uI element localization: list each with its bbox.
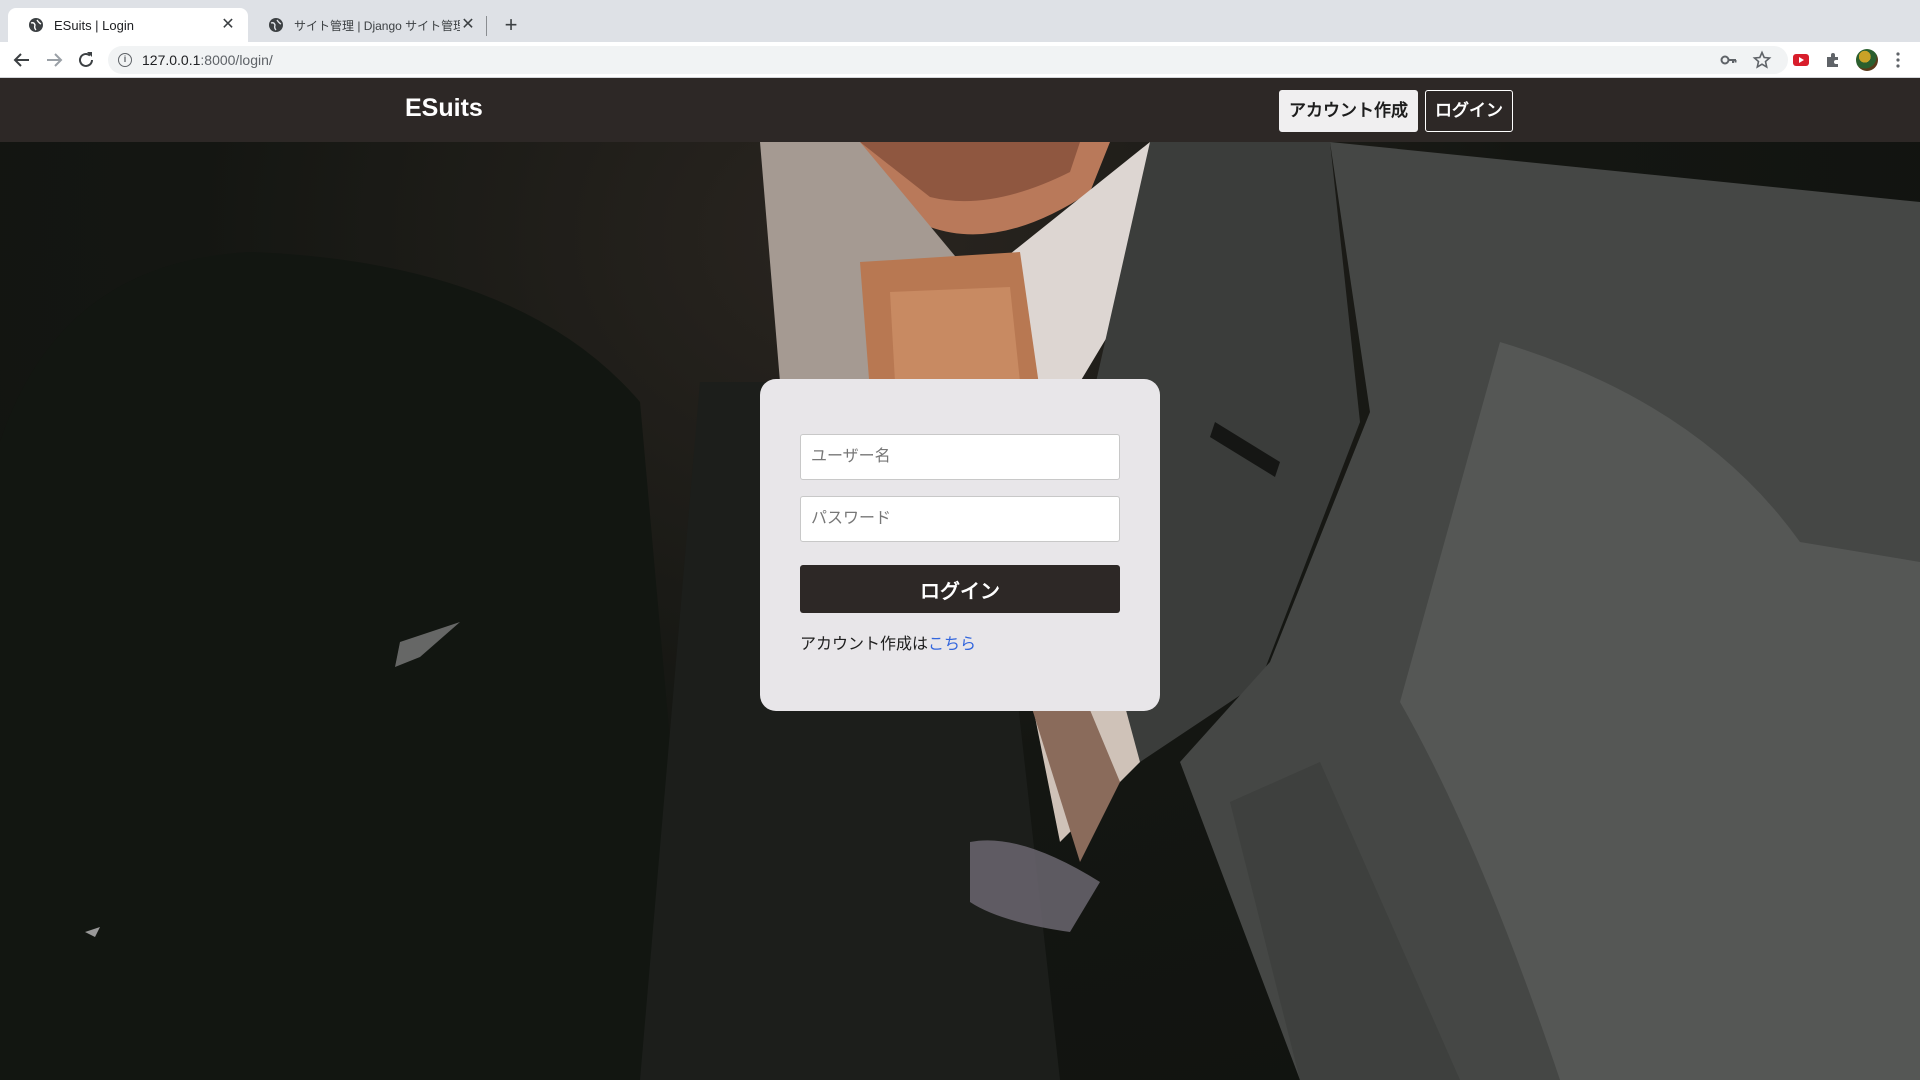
signup-prompt: アカウント作成はこちら [800,630,976,654]
close-icon[interactable]: ✕ [460,17,476,33]
username-input[interactable] [800,434,1120,480]
forward-icon[interactable] [42,48,66,72]
new-tab-button[interactable]: + [498,12,524,38]
web-page: ESuits アカウント作成 ログイン ログイン アカウント作成はこちら [0,78,1920,1080]
signup-nav-button[interactable]: アカウント作成 [1279,90,1418,132]
signup-prompt-text: アカウント作成は [800,636,929,653]
url-path: :8000/login/ [200,52,273,68]
globe-icon [29,18,43,32]
tab-title: ESuits | Login [54,17,134,33]
login-card: ログイン アカウント作成はこちら [760,379,1160,711]
globe-icon [269,18,283,32]
browser-toolbar: i 127.0.0.1:8000/login/ [0,42,1920,78]
password-input[interactable] [800,496,1120,542]
tab-separator [486,16,487,36]
browser-tab[interactable]: サイト管理 | Django サイト管理 ✕ [248,8,488,42]
more-menu-icon[interactable] [1888,50,1908,70]
signup-link[interactable]: こちら [928,636,976,653]
close-icon[interactable]: ✕ [220,17,236,33]
browser-tabstrip: ESuits | Login ✕ サイト管理 | Django サイト管理 ✕ … [0,0,1920,42]
reload-icon[interactable] [74,48,98,72]
key-icon[interactable] [1719,50,1739,70]
login-nav-button[interactable]: ログイン [1425,90,1513,132]
info-icon[interactable]: i [118,53,132,67]
profile-avatar[interactable] [1856,49,1878,71]
login-submit-button[interactable]: ログイン [800,565,1120,613]
star-icon[interactable] [1752,50,1772,70]
address-bar[interactable]: i 127.0.0.1:8000/login/ [108,46,1788,74]
puzzle-extensions-icon[interactable] [1823,50,1843,70]
url-host: 127.0.0.1 [142,52,201,68]
youtube-extension-icon[interactable] [1791,50,1811,70]
tab-title: サイト管理 | Django サイト管理 [294,18,460,33]
browser-tab-active[interactable]: ESuits | Login ✕ [8,8,248,42]
site-header: ESuits アカウント作成 ログイン [0,78,1920,142]
site-logo[interactable]: ESuits [405,94,483,123]
back-icon[interactable] [10,48,34,72]
